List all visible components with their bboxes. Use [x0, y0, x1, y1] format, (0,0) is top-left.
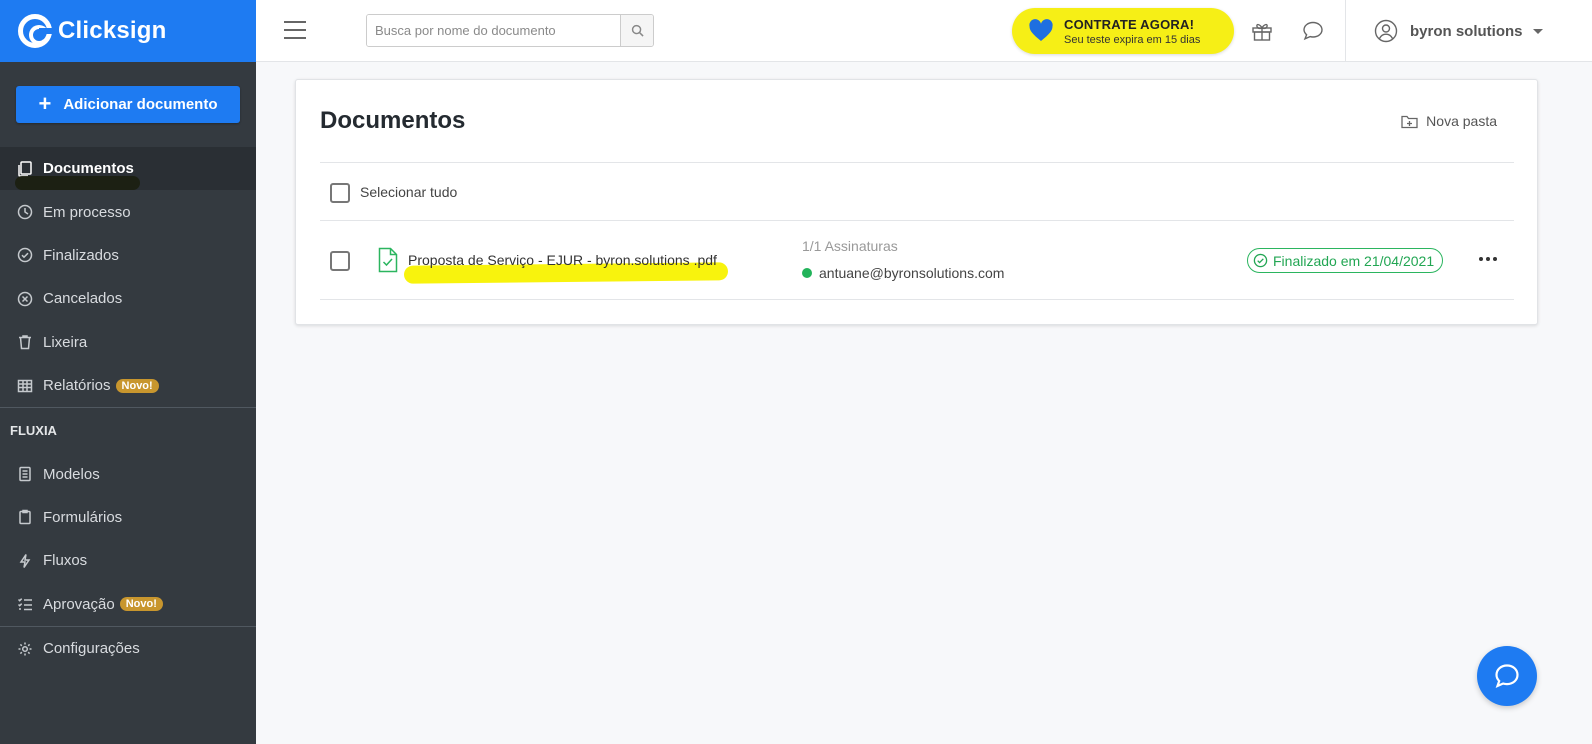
sidebar-item-formularios[interactable]: Formulários — [0, 496, 256, 539]
divider — [320, 162, 1514, 163]
annotation-mark — [15, 176, 140, 190]
logo[interactable]: Clicksign — [0, 0, 256, 62]
documents-card: Documentos Nova pasta Selecionar tudo Pr… — [295, 79, 1538, 325]
divider — [1345, 0, 1346, 62]
search-input[interactable] — [367, 15, 620, 46]
gear-icon — [16, 640, 34, 658]
sidebar-item-fluxos[interactable]: Fluxos — [0, 539, 256, 582]
topbar: CONTRATE AGORA! Seu teste expira em 15 d… — [256, 0, 1592, 62]
folder-plus-icon — [1401, 115, 1418, 128]
chevron-down-icon — [1532, 28, 1543, 34]
search-icon — [631, 24, 644, 37]
sidebar-item-label: Finalizados — [43, 246, 119, 264]
search-button[interactable] — [620, 15, 653, 46]
trash-icon — [16, 333, 34, 351]
gift-icon[interactable] — [1249, 18, 1275, 44]
more-options-icon[interactable] — [1479, 257, 1497, 261]
sidebar-item-label: Lixeira — [43, 333, 88, 351]
sidebar-item-relatorios[interactable]: Relatórios Novo! — [0, 364, 256, 407]
row-checkbox[interactable] — [330, 251, 350, 271]
select-all-checkbox[interactable] — [330, 183, 350, 203]
sidebar-item-label: Documentos — [43, 160, 134, 178]
section-title-fluxia: FLUXIA — [10, 422, 57, 438]
clicksign-logo-icon — [18, 14, 53, 48]
status-dot-icon — [802, 268, 812, 278]
checklist-icon — [16, 595, 34, 613]
signer: antuane@byronsolutions.com — [802, 265, 1004, 281]
clock-icon — [16, 203, 34, 221]
user-menu[interactable]: byron solutions — [1374, 18, 1543, 44]
sidebar-item-label: Formulários — [43, 508, 123, 526]
promo-subtitle: Seu teste expira em 15 dias — [1064, 33, 1201, 46]
sidebar-item-label: Configurações — [43, 640, 140, 658]
sidebar-item-label: Aprovação — [43, 595, 115, 613]
menu-icon[interactable] — [284, 21, 306, 39]
sidebar-nav: Documentos Em processo Finalizados Cance… — [0, 147, 256, 670]
x-circle-icon — [16, 290, 34, 308]
user-name: byron solutions — [1410, 22, 1523, 40]
table-icon — [16, 377, 34, 395]
new-badge: Novo! — [119, 597, 163, 612]
user-icon — [1374, 19, 1398, 43]
select-all-label: Selecionar tudo — [360, 184, 458, 200]
sidebar-item-label: Em processo — [43, 203, 131, 221]
sidebar-item-label: Relatórios — [43, 377, 111, 395]
page-title: Documentos — [320, 107, 466, 134]
document-check-icon — [378, 247, 398, 273]
sidebar-item-em-processo[interactable]: Em processo — [0, 190, 256, 233]
new-folder-label: Nova pasta — [1426, 113, 1497, 129]
sidebar-item-configuracoes[interactable]: Configurações — [0, 627, 256, 670]
sidebar-item-label: Fluxos — [43, 552, 88, 570]
new-badge: Novo! — [115, 378, 159, 393]
sidebar-item-lixeira[interactable]: Lixeira — [0, 321, 256, 364]
logo-text: Clicksign — [58, 17, 167, 44]
clipboard-icon — [16, 508, 34, 526]
sidebar: Clicksign + Adicionar documento Document… — [0, 0, 256, 744]
sidebar-item-label: Cancelados — [43, 290, 123, 308]
chat-icon[interactable] — [1300, 18, 1326, 44]
document-name[interactable]: Proposta de Serviço - EJUR - byron.solut… — [408, 252, 717, 268]
heart-icon — [1029, 19, 1053, 41]
documents-icon — [16, 160, 34, 178]
sidebar-item-finalizados[interactable]: Finalizados — [0, 234, 256, 277]
status-badge: Finalizado em 21/04/2021 — [1247, 248, 1444, 273]
add-document-button[interactable]: + Adicionar documento — [16, 86, 240, 123]
signature-count: 1/1 Assinaturas — [802, 238, 898, 254]
check-circle-icon — [16, 246, 34, 264]
search-box — [366, 14, 654, 47]
new-folder-button[interactable]: Nova pasta — [1401, 113, 1497, 129]
signer-email: antuane@byronsolutions.com — [819, 265, 1005, 281]
promo-banner[interactable]: CONTRATE AGORA! Seu teste expira em 15 d… — [1012, 8, 1234, 54]
bolt-icon — [16, 552, 34, 570]
sidebar-item-label: Modelos — [43, 465, 100, 483]
template-icon — [16, 465, 34, 483]
sidebar-item-aprovacao[interactable]: Aprovação Novo! — [0, 583, 256, 626]
status-label: Finalizado em 21/04/2021 — [1273, 252, 1435, 269]
promo-title: CONTRATE AGORA! — [1064, 16, 1195, 32]
plus-icon: + — [38, 90, 52, 116]
chat-bubble-icon — [1495, 664, 1519, 689]
sidebar-item-cancelados[interactable]: Cancelados — [0, 277, 256, 320]
divider — [320, 299, 1514, 300]
help-chat-button[interactable] — [1477, 646, 1537, 706]
check-circle-icon — [1253, 253, 1268, 268]
add-document-label: Adicionar documento — [63, 96, 218, 113]
sidebar-item-modelos[interactable]: Modelos — [0, 452, 256, 495]
divider — [320, 220, 1514, 221]
